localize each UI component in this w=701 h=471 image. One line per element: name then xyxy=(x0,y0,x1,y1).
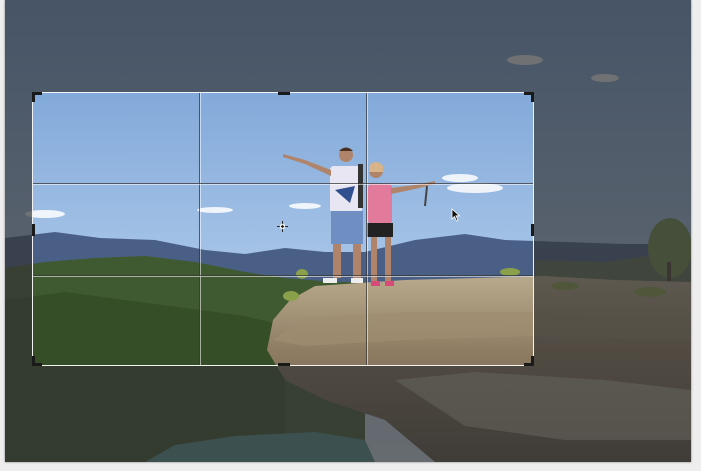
crop-handle-top[interactable] xyxy=(278,92,290,95)
grid-line-horizontal-1 xyxy=(33,183,533,184)
grid-line-horizontal-2 xyxy=(33,275,533,276)
crop-handle-top-right-v[interactable] xyxy=(531,92,534,102)
crop-handle-bottom-right-v[interactable] xyxy=(531,356,534,366)
grid-line-vertical-2 xyxy=(366,93,367,365)
crop-handle-top-left-v[interactable] xyxy=(32,92,35,102)
grid-line-vertical-1 xyxy=(199,93,200,365)
crop-handle-bottom[interactable] xyxy=(278,363,290,366)
crop-handle-right[interactable] xyxy=(531,224,534,236)
crop-handle-left[interactable] xyxy=(32,224,35,236)
crosshair-icon[interactable] xyxy=(277,221,288,232)
arrow-cursor-icon xyxy=(451,208,461,222)
document-canvas[interactable] xyxy=(5,0,691,462)
crop-handle-bottom-left-v[interactable] xyxy=(32,356,35,366)
